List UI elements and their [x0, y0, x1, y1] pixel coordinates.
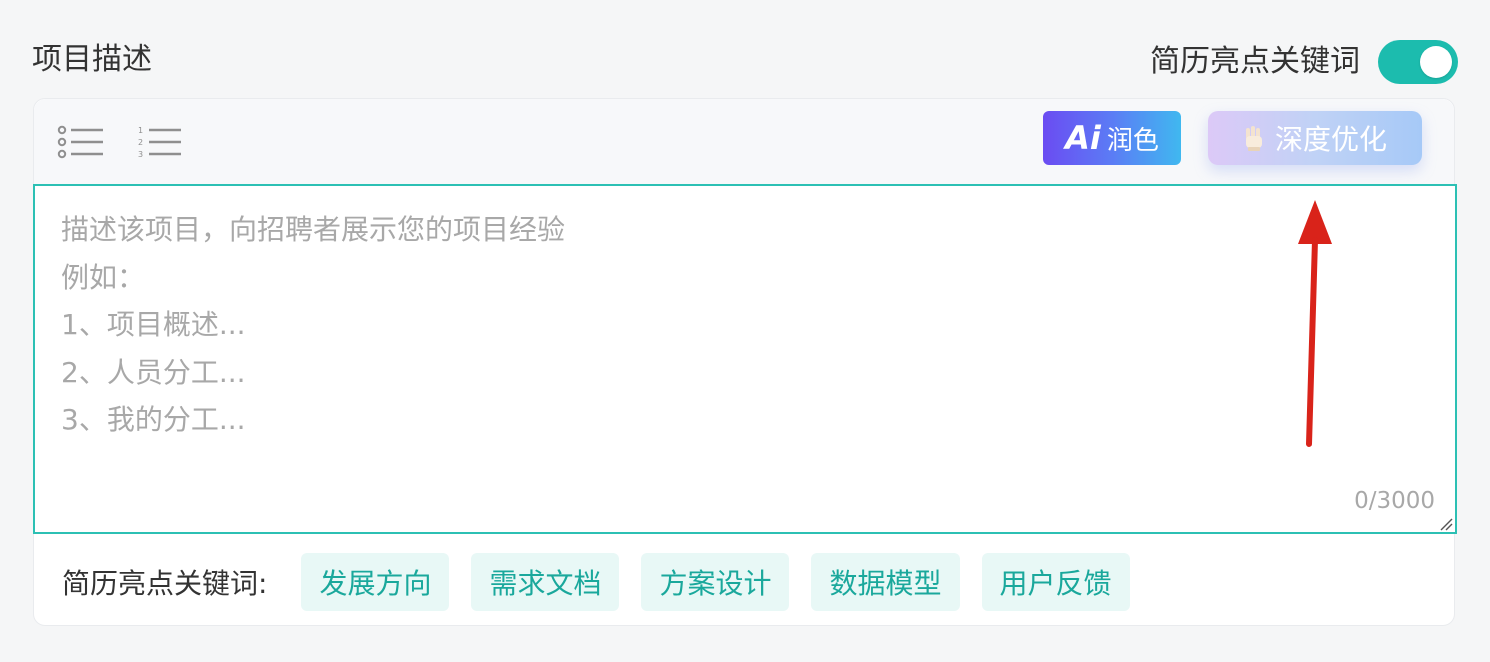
keywords-toggle-label: 简历亮点关键词: [1150, 44, 1360, 79]
deep-optimize-label: 深度优化: [1274, 123, 1387, 156]
hand-icon: [1243, 124, 1265, 152]
numbered-list-icon[interactable]: 1 2 3: [136, 125, 184, 159]
project-description-panel: 项目描述 简历亮点关键词 1 2 3 Ai 润色 深度优化 描述该项目，向招聘者…: [0, 0, 1490, 662]
editor-card: 1 2 3 Ai 润色 深度优化 描述该项目，向招聘者展示您的项目经验 例如： …: [33, 98, 1457, 626]
keywords-row: 简历亮点关键词: 发展方向 需求文档 方案设计 数据模型 用户反馈: [62, 553, 1152, 611]
keyword-chip[interactable]: 方案设计: [641, 553, 790, 611]
keyword-chip[interactable]: 需求文档: [471, 553, 620, 611]
arrow-up-icon: [1290, 196, 1340, 448]
resize-handle-icon[interactable]: [1439, 516, 1453, 531]
bullet-list-icon[interactable]: [56, 125, 104, 159]
ai-polish-button[interactable]: Ai 润色: [1043, 111, 1181, 165]
keyword-chip[interactable]: 数据模型: [811, 553, 960, 611]
placeholder-line: 描述该项目，向招聘者展示您的项目经验: [61, 213, 566, 246]
placeholder-line: 2、人员分工...: [61, 355, 246, 389]
textarea-placeholder: 描述该项目，向招聘者展示您的项目经验 例如： 1、项目概述... 2、人员分工.…: [61, 206, 565, 444]
keyword-chip[interactable]: 发展方向: [301, 553, 450, 611]
ai-logo-icon: Ai: [1065, 119, 1101, 157]
keywords-toggle-switch[interactable]: [1378, 40, 1458, 84]
keywords-row-label: 简历亮点关键词:: [62, 567, 268, 600]
svg-text:1: 1: [138, 126, 143, 135]
deep-optimize-button[interactable]: 深度优化: [1208, 111, 1422, 165]
editor-toolbar: 1 2 3 Ai 润色 深度优化: [34, 99, 1454, 185]
placeholder-line: 1、项目概述...: [61, 308, 246, 341]
placeholder-line: 3、我的分工...: [61, 403, 246, 436]
character-counter: 0/3000: [1354, 488, 1435, 514]
switch-knob: [1420, 46, 1452, 78]
section-title: 项目描述: [32, 42, 152, 77]
placeholder-line: 例如：: [61, 260, 146, 294]
svg-text:3: 3: [138, 150, 143, 159]
svg-text:2: 2: [138, 138, 143, 147]
description-textarea[interactable]: 描述该项目，向招聘者展示您的项目经验 例如： 1、项目概述... 2、人员分工.…: [33, 184, 1457, 534]
ai-polish-label: 润色: [1106, 125, 1159, 156]
keywords-toggle-group: 简历亮点关键词: [1150, 40, 1458, 84]
keyword-chip[interactable]: 用户反馈: [981, 553, 1130, 611]
